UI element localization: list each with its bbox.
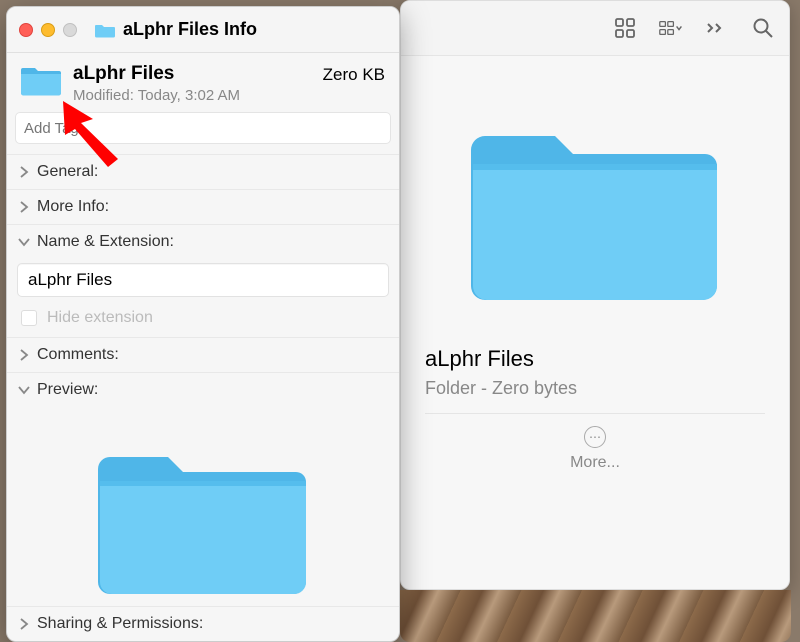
section-more-info[interactable]: More Info: bbox=[7, 189, 399, 224]
info-header-folder-icon[interactable] bbox=[21, 63, 61, 97]
chevron-right-icon bbox=[17, 165, 31, 179]
search-icon[interactable] bbox=[751, 16, 775, 40]
group-icon[interactable] bbox=[659, 16, 683, 40]
finder-item-name: aLphr Files bbox=[425, 346, 765, 372]
chevron-down-icon bbox=[17, 383, 31, 397]
chevron-right-icon bbox=[17, 617, 31, 631]
section-name-extension[interactable]: Name & Extension: bbox=[7, 224, 399, 259]
view-grid-icon[interactable] bbox=[613, 16, 637, 40]
finder-more-label: More... bbox=[570, 454, 620, 472]
ellipsis-icon: ⋯ bbox=[584, 426, 606, 448]
preview-area bbox=[7, 407, 399, 606]
info-window: aLphr Files Info aLphr Files Modified: T… bbox=[6, 6, 400, 642]
traffic-lights bbox=[19, 23, 77, 37]
chevron-right-icon bbox=[17, 348, 31, 362]
info-header: aLphr Files Modified: Today, 3:02 AM Zer… bbox=[7, 53, 399, 108]
chevron-right-icon bbox=[17, 200, 31, 214]
preview-folder-icon bbox=[98, 425, 308, 605]
finder-window: aLphr Files Folder - Zero bytes ⋯ More..… bbox=[400, 0, 790, 590]
finder-folder-icon[interactable] bbox=[470, 96, 720, 306]
finder-toolbar bbox=[401, 1, 789, 56]
info-size: Zero KB bbox=[323, 65, 385, 85]
checkbox-icon bbox=[21, 310, 37, 326]
info-titlebar[interactable]: aLphr Files Info bbox=[7, 7, 399, 53]
desktop-background bbox=[400, 590, 791, 642]
name-extension-input[interactable] bbox=[17, 263, 389, 297]
section-sharing[interactable]: Sharing & Permissions: bbox=[7, 606, 399, 641]
tags-input[interactable] bbox=[15, 112, 391, 144]
finder-more-button[interactable]: ⋯ More... bbox=[425, 426, 765, 472]
section-comments[interactable]: Comments: bbox=[7, 337, 399, 372]
finder-item-subtitle: Folder - Zero bytes bbox=[425, 378, 765, 414]
minimize-button[interactable] bbox=[41, 23, 55, 37]
info-modified: Modified: Today, 3:02 AM bbox=[73, 87, 385, 104]
titlebar-folder-icon bbox=[95, 22, 115, 38]
finder-content: aLphr Files Folder - Zero bytes ⋯ More..… bbox=[401, 56, 789, 496]
chevron-down-icon bbox=[17, 235, 31, 249]
section-preview[interactable]: Preview: bbox=[7, 372, 399, 407]
info-window-title: aLphr Files Info bbox=[123, 19, 257, 40]
zoom-button[interactable] bbox=[63, 23, 77, 37]
section-general[interactable]: General: bbox=[7, 154, 399, 189]
hide-extension-checkbox: Hide extension bbox=[7, 305, 399, 337]
more-chevrons-icon[interactable] bbox=[705, 16, 729, 40]
close-button[interactable] bbox=[19, 23, 33, 37]
